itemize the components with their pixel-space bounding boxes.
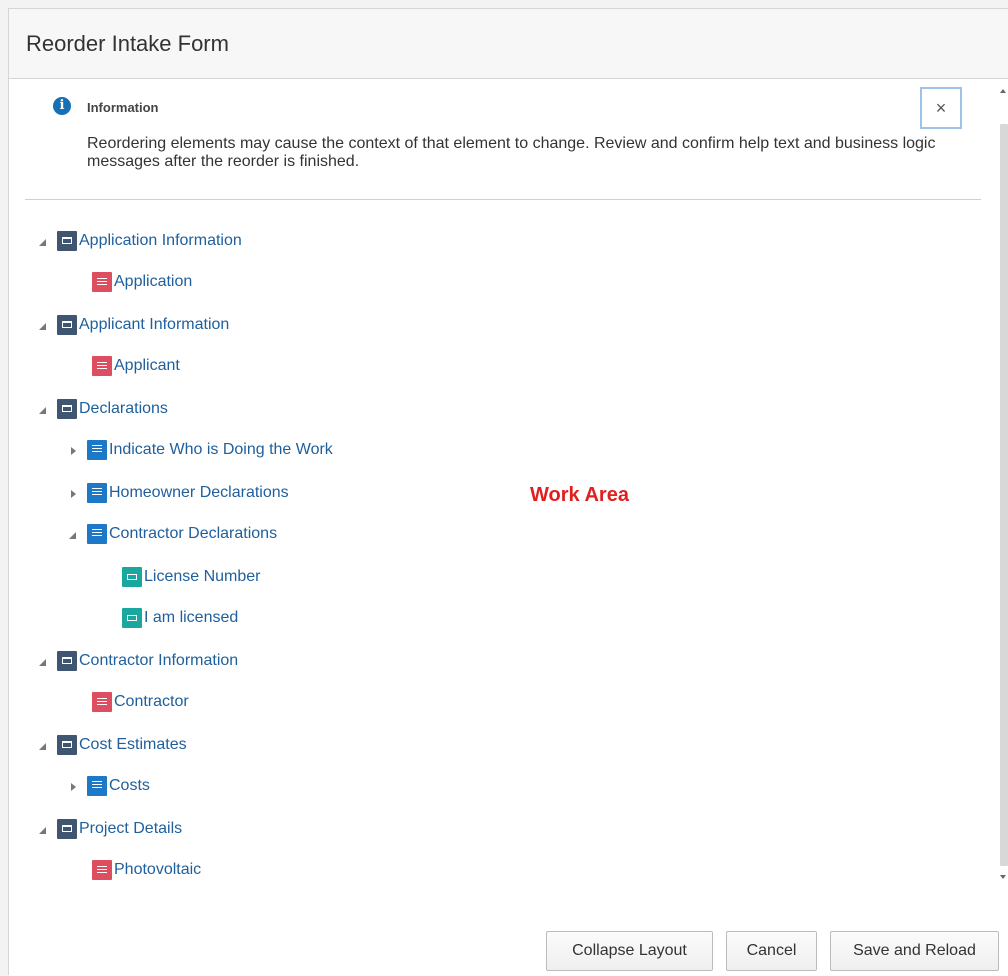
folder-icon — [57, 231, 77, 251]
section-icon — [87, 483, 107, 503]
section-icon — [87, 440, 107, 460]
record-icon — [92, 356, 112, 376]
expand-toggle-icon[interactable] — [39, 405, 47, 414]
divider — [25, 199, 981, 200]
expand-toggle-icon[interactable] — [39, 741, 47, 750]
expand-toggle-icon[interactable] — [69, 530, 77, 539]
tree-node-section[interactable]: Homeowner Declarations — [69, 482, 289, 504]
tree-node-label[interactable]: Contractor — [114, 693, 189, 711]
section-icon — [87, 524, 107, 544]
collapse-layout-button[interactable]: Collapse Layout — [546, 931, 713, 971]
scroll-down-arrow-icon[interactable] — [1000, 875, 1006, 879]
tree-node-folder[interactable]: Applicant Information — [39, 314, 229, 336]
record-icon — [92, 692, 112, 712]
info-title: Information — [87, 100, 159, 115]
dialog-footer: Collapse Layout Cancel Save and Reload — [9, 889, 1008, 976]
tree-node-folder[interactable]: Project Details — [39, 818, 182, 840]
dialog-header: Reorder Intake Form — [9, 9, 1008, 79]
tree-node-field[interactable]: License Number — [122, 566, 261, 588]
close-info-button[interactable]: × — [920, 87, 962, 129]
folder-icon — [57, 819, 77, 839]
save-and-reload-button[interactable]: Save and Reload — [830, 931, 999, 971]
field-icon — [122, 608, 142, 628]
tree-node-label[interactable]: Project Details — [79, 820, 182, 838]
tree-node-folder[interactable]: Application Information — [39, 230, 242, 252]
dialog-title: Reorder Intake Form — [26, 31, 229, 56]
tree-node-record[interactable]: Application — [92, 271, 192, 293]
tree-node-label[interactable]: Photovoltaic — [114, 861, 201, 879]
cancel-button[interactable]: Cancel — [726, 931, 817, 971]
tree-node-section[interactable]: Contractor Declarations — [69, 523, 277, 545]
tree-node-label[interactable]: Homeowner Declarations — [109, 484, 289, 502]
tree-node-label[interactable]: Cost Estimates — [79, 736, 187, 754]
expand-toggle-icon[interactable] — [39, 825, 47, 834]
tree-node-label[interactable]: Declarations — [79, 400, 168, 418]
tree-node-label[interactable]: Application Information — [79, 232, 242, 250]
info-message: Reordering elements may cause the contex… — [87, 135, 936, 170]
tree-node-label[interactable]: Contractor Information — [79, 652, 238, 670]
tree-node-section[interactable]: Indicate Who is Doing the Work — [69, 439, 333, 461]
reorder-dialog: Reorder Intake Form i Information × Reor… — [8, 8, 1008, 976]
collapsed-toggle-icon[interactable] — [69, 782, 77, 791]
info-icon: i — [53, 97, 71, 115]
tree-node-label[interactable]: License Number — [144, 568, 261, 586]
expand-toggle-icon[interactable] — [39, 237, 47, 246]
tree-node-folder[interactable]: Contractor Information — [39, 650, 238, 672]
vertical-scrollbar[interactable] — [997, 79, 1008, 889]
folder-icon — [57, 735, 77, 755]
tree-node-label[interactable]: Indicate Who is Doing the Work — [109, 441, 333, 459]
collapsed-toggle-icon[interactable] — [69, 489, 77, 498]
expand-toggle-icon[interactable] — [39, 657, 47, 666]
tree-node-folder[interactable]: Cost Estimates — [39, 734, 187, 756]
scroll-thumb[interactable] — [1000, 124, 1008, 866]
record-icon — [92, 272, 112, 292]
folder-icon — [57, 651, 77, 671]
tree-node-section[interactable]: Costs — [69, 775, 150, 797]
tree-node-folder[interactable]: Declarations — [39, 398, 168, 420]
section-icon — [87, 776, 107, 796]
tree-node-record[interactable]: Photovoltaic — [92, 859, 201, 881]
folder-icon — [57, 399, 77, 419]
tree-node-record[interactable]: Contractor — [92, 691, 189, 713]
tree-node-label[interactable]: Application — [114, 273, 192, 291]
close-icon: × — [935, 98, 947, 118]
scroll-up-arrow-icon[interactable] — [1000, 89, 1006, 93]
work-area-annotation: Work Area — [500, 471, 659, 519]
collapsed-toggle-icon[interactable] — [69, 446, 77, 455]
folder-icon — [57, 315, 77, 335]
tree-node-label[interactable]: Applicant — [114, 357, 180, 375]
tree-node-label[interactable]: Contractor Declarations — [109, 525, 277, 543]
tree-node-label[interactable]: Costs — [109, 777, 150, 795]
tree-node-field[interactable]: I am licensed — [122, 607, 238, 629]
expand-toggle-icon[interactable] — [39, 321, 47, 330]
record-icon — [92, 860, 112, 880]
tree-node-label[interactable]: I am licensed — [144, 609, 238, 627]
tree-node-record[interactable]: Applicant — [92, 355, 180, 377]
field-icon — [122, 567, 142, 587]
tree-node-label[interactable]: Applicant Information — [79, 316, 229, 334]
